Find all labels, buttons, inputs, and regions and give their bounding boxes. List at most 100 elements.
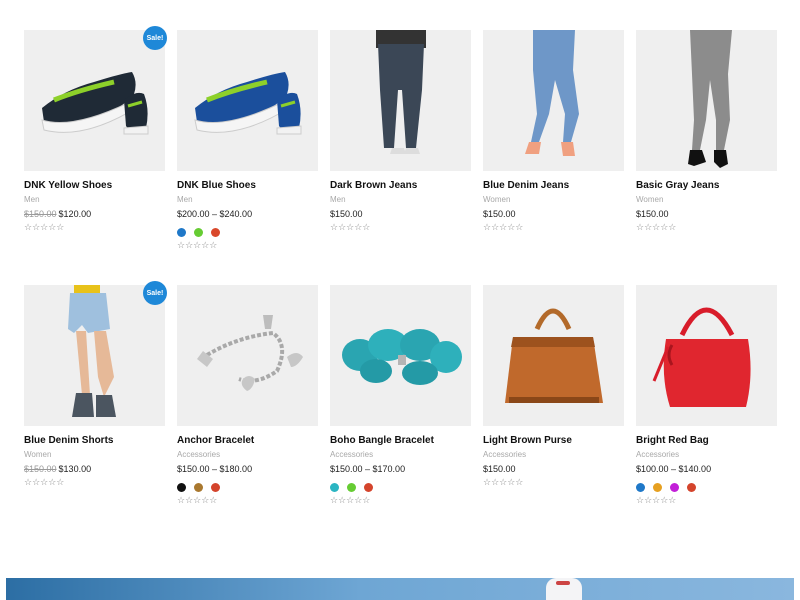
current-price: $150.00 – $170.00 <box>330 464 406 474</box>
star-rating: ☆☆☆☆☆ <box>330 495 371 505</box>
shop-page: Sale! DNK Yellow Shoes Men $150.00 $120.00 ☆☆… <box>0 0 800 600</box>
color-swatch[interactable] <box>211 228 220 237</box>
product-price: $150.00 <box>483 209 624 219</box>
product-category[interactable]: Men <box>24 195 165 204</box>
product-price: $150.00 $130.00 <box>24 464 165 474</box>
sneaker-blue-illustration <box>177 30 318 171</box>
color-swatch[interactable] <box>636 483 645 492</box>
shorts-illustration <box>24 285 165 426</box>
product-category[interactable]: Accessories <box>636 450 777 459</box>
product-title[interactable]: DNK Blue Shoes <box>177 180 318 191</box>
product-image[interactable] <box>483 30 624 171</box>
product-image[interactable] <box>177 285 318 426</box>
color-swatch[interactable] <box>653 483 662 492</box>
current-price: $150.00 <box>330 209 363 219</box>
product-title[interactable]: Blue Denim Shorts <box>24 435 165 446</box>
product-image[interactable] <box>177 30 318 171</box>
product-title[interactable]: Blue Denim Jeans <box>483 180 624 191</box>
product-price: $150.00 <box>636 209 777 219</box>
current-price: $150.00 – $180.00 <box>177 464 253 474</box>
product-price: $150.00 <box>483 464 624 474</box>
product-price: $200.00 – $240.00 <box>177 209 318 219</box>
color-swatch[interactable] <box>194 228 203 237</box>
star-rating: ☆☆☆☆☆ <box>177 495 218 505</box>
product-card[interactable]: Dark Brown Jeans Men $150.00 ☆☆☆☆☆ <box>330 30 471 285</box>
color-swatch[interactable] <box>330 483 339 492</box>
color-swatches <box>636 483 777 492</box>
star-rating: ☆☆☆☆☆ <box>330 222 371 232</box>
product-grid: Sale! DNK Yellow Shoes Men $150.00 $120.00 ☆☆… <box>24 26 777 540</box>
product-title[interactable]: Light Brown Purse <box>483 435 624 446</box>
product-image[interactable] <box>636 285 777 426</box>
product-category[interactable]: Accessories <box>330 450 471 459</box>
product-card[interactable]: Sale! Blue Denim Shorts Women $150.00 $130.0… <box>24 281 167 540</box>
star-rating: ☆☆☆☆☆ <box>636 222 677 232</box>
product-category[interactable]: Women <box>636 195 777 204</box>
product-price: $150.00 – $180.00 <box>177 464 318 474</box>
bag-red-illustration <box>636 285 777 426</box>
product-title[interactable]: Bright Red Bag <box>636 435 777 446</box>
product-title[interactable]: Basic Gray Jeans <box>636 180 777 191</box>
color-swatches <box>177 483 318 492</box>
product-price: $100.00 – $140.00 <box>636 464 777 474</box>
product-title[interactable]: Anchor Bracelet <box>177 435 318 446</box>
bracelet-turquoise-illustration <box>330 285 471 426</box>
color-swatch[interactable] <box>194 483 203 492</box>
product-image[interactable] <box>330 30 471 171</box>
color-swatch[interactable] <box>670 483 679 492</box>
product-image[interactable] <box>330 285 471 426</box>
color-swatch[interactable] <box>687 483 696 492</box>
color-swatch[interactable] <box>347 483 356 492</box>
star-rating: ☆☆☆☆☆ <box>483 222 524 232</box>
old-price: $150.00 <box>24 464 57 474</box>
product-card[interactable]: Anchor Bracelet Accessories $150.00 – $180… <box>177 285 318 540</box>
bracelet-silver-illustration <box>177 285 318 426</box>
banner-sneaker-image <box>546 578 582 600</box>
product-category[interactable]: Men <box>330 195 471 204</box>
color-swatches <box>177 228 318 237</box>
sale-badge: Sale! <box>143 26 167 50</box>
color-swatches <box>330 483 471 492</box>
product-price: $150.00 $120.00 <box>24 209 165 219</box>
color-swatch[interactable] <box>211 483 220 492</box>
current-price: $150.00 <box>483 464 516 474</box>
sneaker-green-illustration <box>24 30 165 171</box>
current-price: $150.00 <box>636 209 669 219</box>
product-price: $150.00 – $170.00 <box>330 464 471 474</box>
product-category[interactable]: Women <box>24 450 165 459</box>
product-title[interactable]: DNK Yellow Shoes <box>24 180 165 191</box>
current-price: $130.00 <box>58 464 92 474</box>
product-card[interactable]: Light Brown Purse Accessories $150.00 ☆☆☆☆☆ <box>483 285 624 540</box>
product-image[interactable] <box>24 285 165 426</box>
product-category[interactable]: Women <box>483 195 624 204</box>
product-card[interactable]: DNK Blue Shoes Men $200.00 – $240.00 ☆☆☆☆☆ <box>177 30 318 285</box>
jeans-blue-illustration <box>483 30 624 171</box>
color-swatch[interactable] <box>177 228 186 237</box>
product-card[interactable]: Bright Red Bag Accessories $100.00 – $140.… <box>636 285 777 540</box>
product-price: $150.00 <box>330 209 471 219</box>
star-rating: ☆☆☆☆☆ <box>483 477 524 487</box>
product-title[interactable]: Dark Brown Jeans <box>330 180 471 191</box>
current-price: $150.00 <box>483 209 516 219</box>
current-price: $200.00 – $240.00 <box>177 209 253 219</box>
product-image[interactable] <box>24 30 165 171</box>
star-rating: ☆☆☆☆☆ <box>636 495 677 505</box>
star-rating: ☆☆☆☆☆ <box>24 222 65 232</box>
product-category[interactable]: Men <box>177 195 318 204</box>
product-card[interactable]: Boho Bangle Bracelet Accessories $150.00 –… <box>330 285 471 540</box>
jeans-gray-illustration <box>636 30 777 171</box>
star-rating: ☆☆☆☆☆ <box>177 240 218 250</box>
promo-banner[interactable] <box>6 578 794 600</box>
product-image[interactable] <box>636 30 777 171</box>
product-category[interactable]: Accessories <box>483 450 624 459</box>
color-swatch[interactable] <box>177 483 186 492</box>
jeans-dark-illustration <box>330 30 471 171</box>
product-card[interactable]: Sale! DNK Yellow Shoes Men $150.00 $120.00 ☆☆… <box>24 26 167 285</box>
product-card[interactable]: Basic Gray Jeans Women $150.00 ☆☆☆☆☆ <box>636 30 777 285</box>
sale-badge: Sale! <box>143 281 167 305</box>
product-card[interactable]: Blue Denim Jeans Women $150.00 ☆☆☆☆☆ <box>483 30 624 285</box>
product-image[interactable] <box>483 285 624 426</box>
color-swatch[interactable] <box>364 483 373 492</box>
product-title[interactable]: Boho Bangle Bracelet <box>330 435 471 446</box>
product-category[interactable]: Accessories <box>177 450 318 459</box>
